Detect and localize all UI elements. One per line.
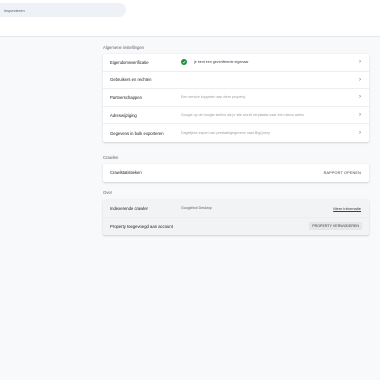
row-property-added: Property toegevoegd aan account PROPERTY… [103, 218, 369, 236]
row-description: Dagelijkse export van prestatiegegevens … [181, 131, 270, 136]
chevron-right-icon: › [359, 76, 361, 83]
chevron-right-icon: › [359, 130, 361, 137]
search-input[interactable] [4, 3, 122, 17]
row-change-of-address[interactable]: Adreswijziging Google op de hoogte stell… [103, 107, 369, 125]
row-label: Gebruikers en rechten [110, 77, 152, 83]
row-label: Eigendomsverificatie [110, 59, 149, 65]
learn-more-link[interactable]: Meer informatie [333, 206, 361, 211]
check-icon [181, 59, 187, 66]
top-bar [0, 0, 380, 37]
general-settings-title: Algemene instellingen [103, 45, 144, 50]
remove-property-button[interactable]: PROPERTY VERWIJDEREN [309, 222, 362, 231]
row-description: Google op de hoogte stellen als je site … [181, 113, 304, 118]
row-description: Een service koppelen aan deze property [181, 95, 246, 100]
crawl-card: Crawlstatistieken RAPPORT OPENEN [103, 164, 369, 182]
open-report-button[interactable]: RAPPORT OPENEN [324, 171, 361, 175]
row-label: Partnerschappen [110, 94, 142, 100]
row-label: Adreswijziging [110, 112, 137, 118]
row-label: Indexerende crawler [110, 205, 148, 211]
row-users-permissions[interactable]: Gebruikers en rechten › [103, 72, 369, 90]
row-partnerships[interactable]: Partnerschappen Een service koppelen aan… [103, 89, 369, 107]
row-bulk-export[interactable]: Gegevens in bulk exporteren Dagelijkse e… [103, 124, 369, 142]
chevron-right-icon: › [359, 94, 361, 101]
row-ownership-verification[interactable]: Eigendomsverificatie je bent een geverif… [103, 54, 369, 72]
general-settings-card: Eigendomsverificatie je bent een geverif… [103, 54, 369, 142]
search-bar[interactable] [0, 3, 126, 17]
about-title: Over [103, 190, 113, 195]
chevron-right-icon: › [359, 112, 361, 119]
verified-status: je bent een geverifieerde eigenaar [181, 59, 249, 66]
row-crawl-stats[interactable]: Crawlstatistieken RAPPORT OPENEN [103, 164, 369, 182]
verified-text: je bent een geverifieerde eigenaar [194, 60, 249, 65]
row-label: Property toegevoegd aan account [110, 223, 173, 229]
crawler-value: Googlebot Desktop [181, 206, 212, 211]
row-indexing-crawler: Indexerende crawler Googlebot Desktop Me… [103, 200, 369, 218]
chevron-right-icon: › [359, 59, 361, 66]
crawl-title: Crawlen [103, 155, 119, 160]
row-label: Crawlstatistieken [110, 170, 142, 176]
about-card: Indexerende crawler Googlebot Desktop Me… [103, 200, 369, 236]
row-label: Gegevens in bulk exporteren [110, 130, 164, 136]
